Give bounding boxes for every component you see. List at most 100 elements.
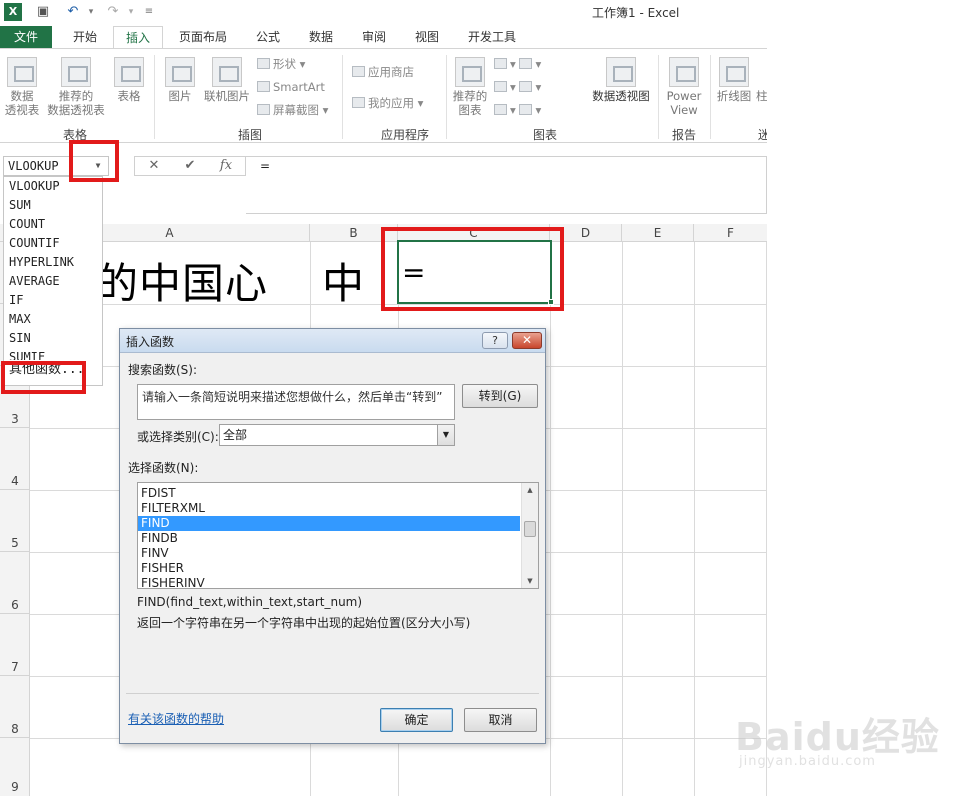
ribbon: 数据 透视表 推荐的 数据透视表 表格 表格 图片 联机图片 形状 ▾ Smar… — [0, 48, 767, 143]
highlight-box-dropdown — [69, 140, 119, 182]
help-icon[interactable]: ? — [482, 332, 508, 349]
grid-line — [550, 242, 551, 796]
table-button[interactable]: 表格 — [110, 57, 148, 103]
scroll-down-icon[interactable]: ▼ — [522, 574, 538, 588]
search-input[interactable]: 请输入一条简短说明来描述您想做什么，然后单击“转到” — [137, 384, 455, 420]
function-item[interactable]: SUM — [4, 196, 102, 215]
picture-button[interactable]: 图片 — [160, 57, 200, 103]
power-view-icon — [669, 57, 699, 87]
pivot-chart-button[interactable]: 数据透视图 — [588, 57, 654, 103]
group-label-reports: 报告 — [671, 128, 696, 142]
power-view-button[interactable]: Power View — [662, 57, 706, 117]
sparkline-column-label: 柱 — [756, 89, 767, 103]
row-header-7[interactable]: 7 — [0, 614, 30, 676]
chevron-down-icon[interactable]: ▼ — [437, 425, 454, 445]
undo-dropdown-icon[interactable]: ▾ — [82, 3, 100, 21]
cell-b1[interactable]: 中 — [322, 250, 364, 311]
sparkline-column-button[interactable]: 柱 — [756, 57, 767, 103]
shapes-button[interactable]: 形状 ▾ — [257, 55, 305, 73]
cancel-button[interactable]: 取消 — [464, 708, 537, 732]
app-store-button[interactable]: 应用商店 — [352, 63, 414, 81]
tab-data[interactable]: 数据 — [297, 26, 345, 48]
tab-insert[interactable]: 插入 — [113, 26, 163, 48]
list-item[interactable]: FISHERINV — [138, 576, 520, 588]
smartart-button[interactable]: SmartArt — [257, 78, 325, 96]
tab-home[interactable]: 开始 — [60, 26, 110, 48]
scroll-up-icon[interactable]: ▲ — [522, 483, 538, 497]
function-item[interactable]: MAX — [4, 310, 102, 329]
dialog-titlebar[interactable]: 插入函数 ? ✕ — [120, 329, 545, 353]
baidu-watermark: Baidu经验 jingyan.baidu.com — [735, 690, 960, 790]
row-header-9[interactable]: 9 — [0, 738, 30, 796]
scroll-thumb[interactable] — [524, 521, 536, 537]
row-header-5[interactable]: 5 — [0, 490, 30, 552]
function-item[interactable]: SUMIF — [4, 348, 102, 360]
row-header-8[interactable]: 8 — [0, 676, 30, 738]
tab-formulas[interactable]: 公式 — [244, 26, 292, 48]
function-item[interactable]: COUNT — [4, 215, 102, 234]
pie-chart-icon — [494, 104, 507, 115]
pie-chart-button[interactable]: ▾ ▾ — [494, 101, 541, 119]
recommended-charts-button[interactable]: 推荐的 图表 — [450, 57, 490, 117]
shapes-icon — [257, 58, 270, 69]
insert-function-icon[interactable]: fx — [211, 157, 241, 175]
row-header-4[interactable]: 4 — [0, 428, 30, 490]
list-item[interactable]: FILTERXML — [138, 501, 520, 516]
redo-icon[interactable]: ↷ — [104, 3, 122, 21]
column-header-e[interactable]: E — [622, 224, 694, 242]
line-chart-button[interactable]: ▾ ▾ — [494, 78, 541, 96]
scrollbar[interactable]: ▲ ▼ — [521, 483, 538, 588]
pivot-chart-label: 数据透视图 — [592, 89, 650, 103]
pivot-table-icon — [7, 57, 37, 87]
function-item[interactable]: AVERAGE — [4, 272, 102, 291]
list-item[interactable]: FINV — [138, 546, 520, 561]
watermark-url: jingyan.baidu.com — [739, 754, 876, 769]
pivot-chart-icon — [606, 57, 636, 87]
list-item[interactable]: FDIST — [138, 486, 520, 501]
title-bar: X ▣ ↶ ▾ ↷ ▾ ≡ 工作簿1 - Excel — [0, 0, 963, 26]
group-label-illustrations: 插图 — [237, 128, 262, 142]
category-value: 全部 — [223, 428, 248, 442]
row-header-6[interactable]: 6 — [0, 552, 30, 614]
group-separator — [446, 55, 447, 139]
cancel-icon[interactable]: ✕ — [139, 157, 169, 175]
function-signature: FIND(find_text,within_text,start_num) — [137, 595, 363, 609]
category-select[interactable]: 全部 ▼ — [219, 424, 455, 446]
tab-view[interactable]: 视图 — [403, 26, 451, 48]
cell-a1[interactable]: 的中国心 — [96, 250, 268, 311]
screenshot-button[interactable]: 屏幕截图 ▾ — [257, 101, 328, 119]
group-separator — [710, 55, 711, 139]
redo-dropdown-icon[interactable]: ▾ — [122, 3, 140, 21]
list-item[interactable]: FINDB — [138, 531, 520, 546]
tab-review[interactable]: 审阅 — [350, 26, 398, 48]
function-item[interactable]: COUNTIF — [4, 234, 102, 253]
close-icon[interactable]: ✕ — [512, 332, 542, 349]
list-item[interactable]: FISHER — [138, 561, 520, 576]
function-help-link[interactable]: 有关该函数的帮助 — [128, 710, 224, 727]
ok-button[interactable]: 确定 — [380, 708, 453, 732]
function-item[interactable]: SIN — [4, 329, 102, 348]
enter-icon[interactable]: ✔ — [175, 157, 205, 175]
tab-page-layout[interactable]: 页面布局 — [170, 26, 236, 48]
recommended-pivot-button[interactable]: 推荐的 数据透视表 — [44, 57, 108, 117]
undo-icon[interactable]: ↶ — [64, 3, 82, 21]
group-separator — [342, 55, 343, 139]
pivot-table-button[interactable]: 数据 透视表 — [2, 57, 42, 117]
function-item[interactable]: IF — [4, 291, 102, 310]
ribbon-tabs: 文件 开始 插入 页面布局 公式 数据 审阅 视图 开发工具 — [0, 26, 963, 48]
my-apps-button[interactable]: 我的应用 ▾ — [352, 94, 423, 112]
go-button[interactable]: 转到(G) — [462, 384, 538, 408]
tab-developer[interactable]: 开发工具 — [458, 26, 526, 48]
function-listbox[interactable]: FDIST FILTERXML FIND FINDB FINV FISHER F… — [137, 482, 539, 589]
list-item-selected[interactable]: FIND — [138, 516, 520, 531]
sparkline-line-button[interactable]: 折线图 — [714, 57, 754, 103]
watermark-logo: Baidu经验 — [735, 715, 940, 759]
function-item[interactable]: HYPERLINK — [4, 253, 102, 272]
online-picture-button[interactable]: 联机图片 — [200, 57, 254, 103]
tab-file[interactable]: 文件 — [0, 26, 52, 48]
column-chart-button[interactable]: ▾ ▾ — [494, 55, 541, 73]
customize-qat-icon[interactable]: ≡ — [140, 3, 158, 21]
column-header-f[interactable]: F — [694, 224, 767, 242]
formula-input[interactable]: = — [246, 156, 767, 214]
save-icon[interactable]: ▣ — [34, 3, 52, 21]
